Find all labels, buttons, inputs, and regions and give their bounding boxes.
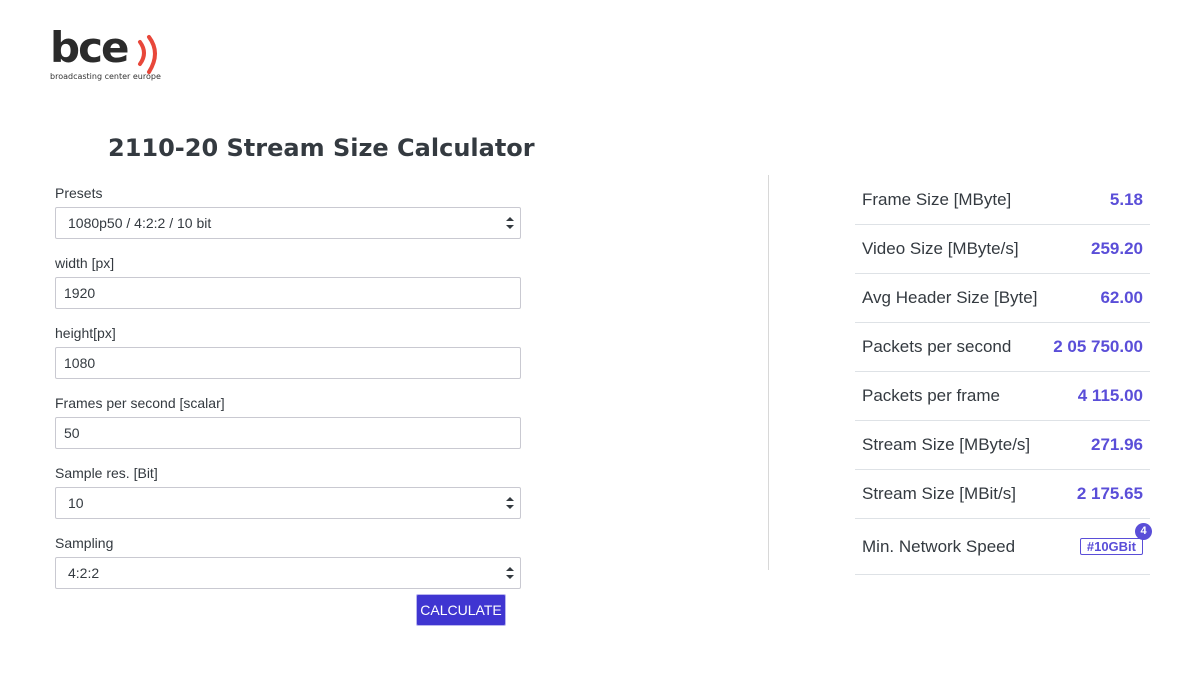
result-row-min-network-speed: Min. Network Speed #10GBit 4 [855, 519, 1152, 575]
vertical-divider [768, 175, 769, 570]
width-label: width [px] [55, 255, 115, 271]
result-label: Frame Size [MByte] [862, 190, 1012, 209]
sample-res-label: Sample res. [Bit] [55, 465, 158, 481]
result-label: Stream Size [MByte/s] [862, 435, 1031, 454]
result-label: Stream Size [MBit/s] [862, 484, 1016, 503]
calculator-form: Presets 1080p50 / 4:2:2 / 10 bit width [… [55, 184, 521, 604]
calculate-button[interactable]: CALCULATE [416, 594, 506, 626]
width-value: 1920 [64, 285, 96, 301]
result-value: 5.18 [1109, 190, 1143, 209]
sampling-label: Sampling [55, 535, 114, 551]
result-row-stream-size-mbyte: Stream Size [MByte/s] 271.96 [855, 421, 1150, 470]
result-value: 2 175.65 [1076, 484, 1143, 503]
select-arrows-icon [506, 567, 514, 579]
select-arrows-icon [506, 497, 514, 509]
height-label: height[px] [55, 325, 116, 341]
result-value: 259.20 [1091, 239, 1143, 258]
result-row-avg-header-size: Avg Header Size [Byte] 62.00 [855, 274, 1150, 323]
logo-wordmark: bce [50, 23, 129, 72]
result-label: Min. Network Speed [862, 536, 1016, 556]
result-row-stream-size-mbit: Stream Size [MBit/s] 2 175.65 [855, 470, 1150, 519]
result-value: 4 115.00 [1077, 386, 1143, 405]
sample-res-value: 10 [68, 495, 84, 511]
result-value: 2 05 750.00 [1053, 337, 1143, 356]
page-title: 2110-20 Stream Size Calculator [108, 134, 535, 162]
result-label: Video Size [MByte/s] [862, 239, 1019, 258]
network-speed-badge-wrap: #10GBit 4 [1079, 523, 1152, 561]
result-row-frame-size: Frame Size [MByte] 5.18 [855, 176, 1150, 225]
sample-res-select[interactable]: 10 [55, 487, 521, 519]
fps-value: 50 [64, 425, 80, 441]
network-speed-badge[interactable]: #10GBit [1079, 538, 1143, 555]
result-label: Avg Header Size [Byte] [862, 288, 1038, 307]
result-row-packets-per-frame: Packets per frame 4 115.00 [855, 372, 1150, 421]
height-input[interactable]: 1080 [55, 347, 521, 379]
result-row-video-size: Video Size [MByte/s] 259.20 [855, 225, 1150, 274]
bce-logo: bce broadcasting center europe [50, 24, 180, 85]
result-value: 271.96 [1091, 435, 1143, 454]
count-badge: 4 [1135, 523, 1152, 540]
width-input[interactable]: 1920 [55, 277, 521, 309]
sampling-value: 4:2:2 [68, 565, 100, 581]
presets-label: Presets [55, 185, 103, 201]
presets-select[interactable]: 1080p50 / 4:2:2 / 10 bit [55, 207, 521, 239]
result-label: Packets per second [862, 337, 1012, 356]
result-label: Packets per frame [862, 386, 1000, 405]
height-value: 1080 [64, 355, 96, 371]
result-row-packets-per-second: Packets per second 2 05 750.00 [855, 323, 1150, 372]
fps-input[interactable]: 50 [55, 417, 521, 449]
logo-subtitle: broadcasting center europe [50, 72, 161, 81]
presets-value: 1080p50 / 4:2:2 / 10 bit [68, 215, 212, 231]
results-table: Frame Size [MByte] 5.18 Video Size [MByt… [855, 176, 1152, 575]
sampling-select[interactable]: 4:2:2 [55, 557, 521, 589]
select-arrows-icon [506, 217, 514, 229]
result-value: 62.00 [1100, 288, 1143, 307]
fps-label: Frames per second [scalar] [55, 395, 225, 411]
